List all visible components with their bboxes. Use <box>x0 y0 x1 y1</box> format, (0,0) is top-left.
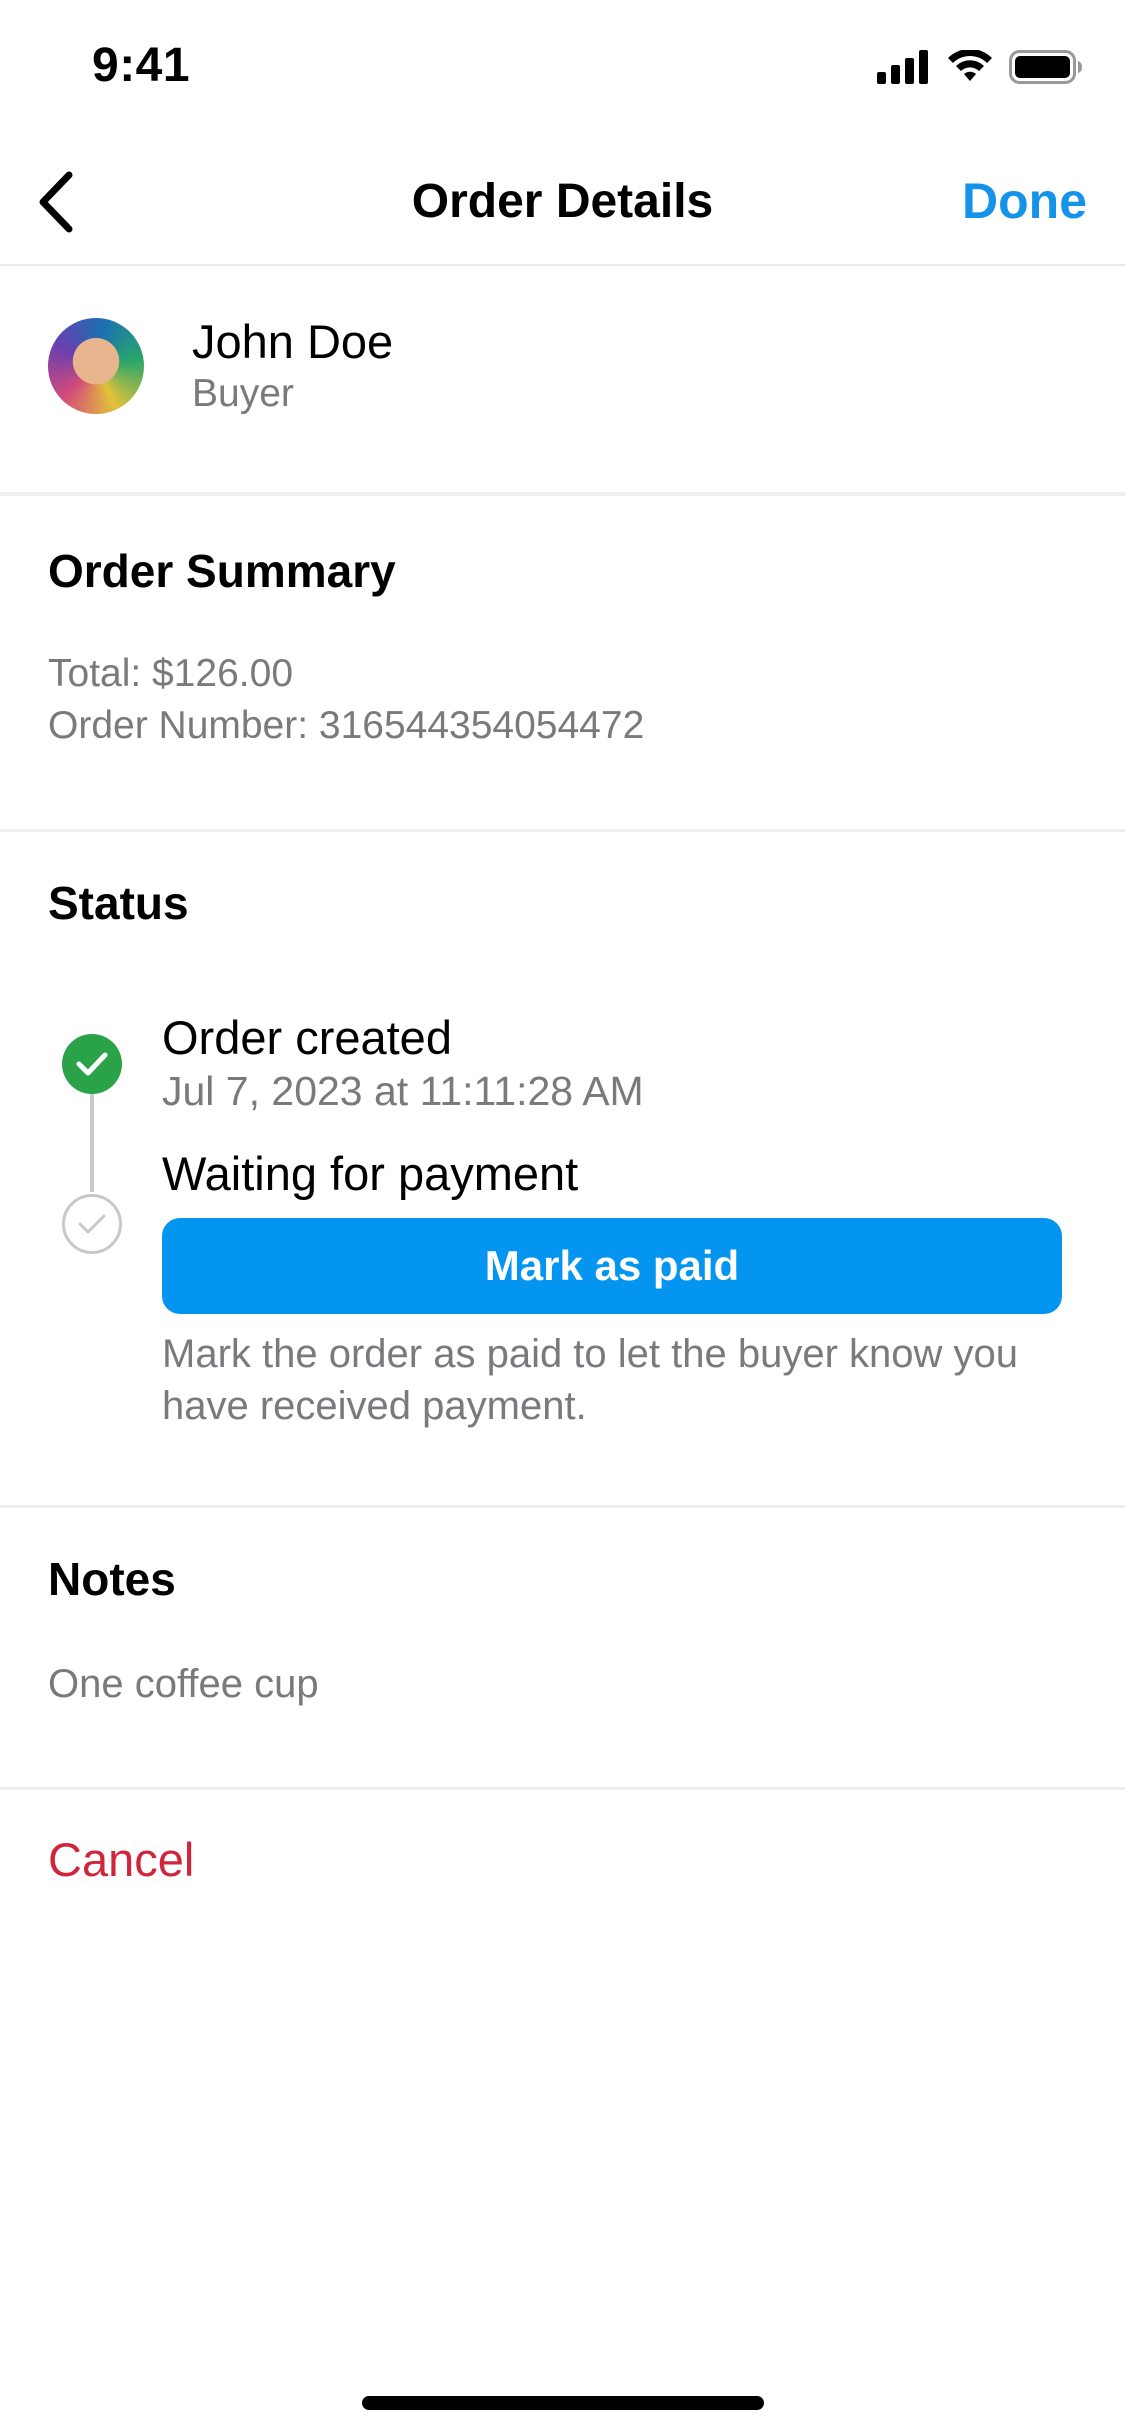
order-total: Total: $126.00 <box>48 652 294 695</box>
mark-as-paid-help-text: Mark the order as paid to let the buyer … <box>162 1332 1019 1428</box>
order-details-screen: 9:41 Order Details Done John Doe Buyer O… <box>0 0 1125 2436</box>
order-summary-section: Order Summary Total: $126.00 Order Numbe… <box>0 500 1125 832</box>
order-number: Order Number: 316544354054472 <box>48 704 645 747</box>
done-button[interactable]: Done <box>962 172 1087 230</box>
wifi-icon <box>948 50 992 81</box>
buyer-name: John Doe <box>192 315 394 368</box>
status-bar: 9:41 <box>0 0 1125 140</box>
step-order-created-timestamp: Jul 7, 2023 at 11:11:28 AM <box>162 1068 644 1114</box>
status-section: Status Order created Jul 7, 2023 at 11:1… <box>0 832 1125 1508</box>
pending-check-icon <box>62 1194 122 1254</box>
order-summary-title: Order Summary <box>48 545 396 597</box>
mark-as-paid-button[interactable]: Mark as paid <box>162 1218 1062 1314</box>
page-title: Order Details <box>411 175 714 228</box>
timeline-connector <box>90 1094 94 1192</box>
cancel-button[interactable]: Cancel <box>48 1832 194 1887</box>
buyer-row[interactable]: John Doe Buyer <box>0 266 1125 496</box>
order-summary-lines: Total: $126.00 Order Number: 31654435405… <box>48 648 644 752</box>
battery-icon <box>1009 50 1082 84</box>
notes-section: Notes One coffee cup <box>0 1508 1125 1790</box>
status-time: 9:41 <box>92 39 191 92</box>
avatar <box>48 318 144 414</box>
step-waiting-payment-label: Waiting for payment <box>162 1147 579 1200</box>
buyer-role: Buyer <box>192 372 294 415</box>
signal-icon <box>877 50 928 84</box>
navigation-bar: Order Details Done <box>0 140 1125 266</box>
notes-title: Notes <box>48 1553 176 1605</box>
notes-text: One coffee cup <box>48 1662 319 1706</box>
step-order-created-label: Order created <box>162 1011 452 1064</box>
status-icons <box>877 50 1083 84</box>
status-title: Status <box>48 877 189 929</box>
home-indicator[interactable] <box>362 2396 764 2410</box>
check-circle-icon <box>62 1034 122 1094</box>
